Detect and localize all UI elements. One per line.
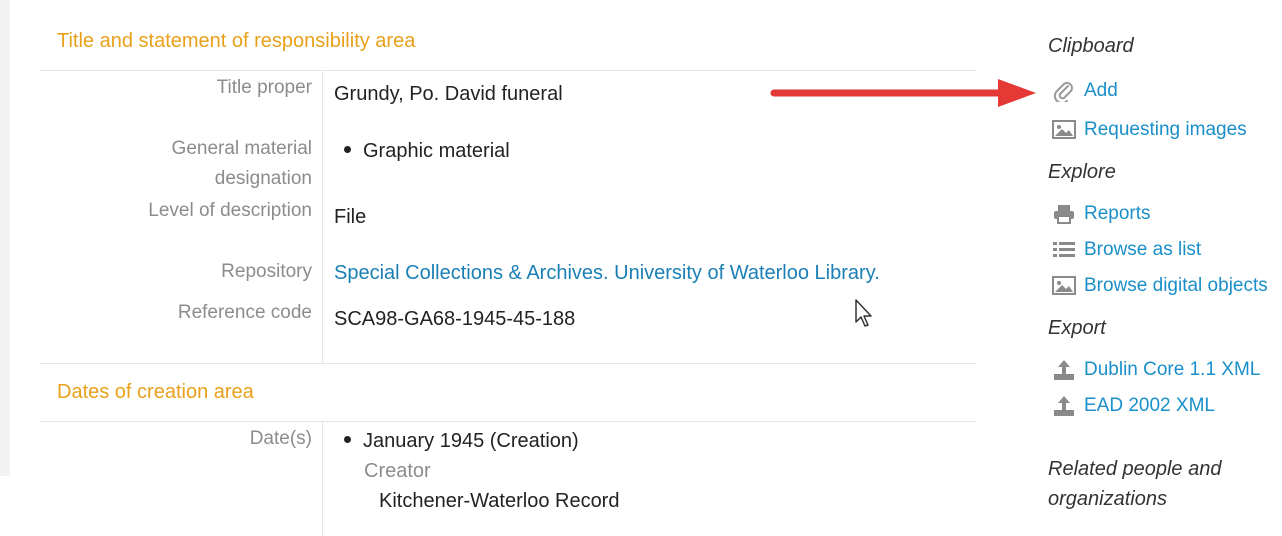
bullet-point bbox=[344, 436, 351, 444]
column-divider bbox=[322, 422, 323, 536]
paperclip-icon bbox=[1052, 80, 1076, 102]
field-label-level: Level of description bbox=[148, 200, 312, 221]
requesting-images-link[interactable]: Requesting images bbox=[1052, 116, 1247, 144]
field-label-title-proper: Title proper bbox=[216, 77, 312, 98]
annotation-arrow-icon bbox=[770, 79, 1036, 107]
export-heading: Export bbox=[1048, 317, 1106, 339]
gmd-value-text: Graphic material bbox=[363, 140, 510, 162]
field-value-gmd: Graphic material bbox=[334, 136, 510, 166]
section-heading-dates-area: Dates of creation area bbox=[57, 381, 254, 403]
section-divider bbox=[40, 363, 976, 364]
dublin-core-export-link[interactable]: Dublin Core 1.1 XML bbox=[1052, 356, 1260, 384]
field-value-dates: January 1945 (Creation) bbox=[334, 426, 579, 456]
mouse-cursor-icon bbox=[855, 299, 872, 327]
field-value-level: File bbox=[334, 206, 367, 228]
printer-icon bbox=[1052, 203, 1076, 225]
repository-link[interactable]: Special Collections & Archives. Universi… bbox=[334, 258, 880, 288]
creator-value: Kitchener-Waterloo Record bbox=[379, 490, 620, 512]
right-sidebar: Clipboard Add Requesting images Explore … bbox=[1048, 0, 1282, 536]
clipboard-add-button[interactable]: Add bbox=[1052, 77, 1118, 105]
related-heading-line2: organizations bbox=[1048, 488, 1167, 510]
section-divider bbox=[40, 421, 976, 422]
add-label[interactable]: Add bbox=[1084, 77, 1118, 105]
field-value-reference: SCA98-GA68-1945-45-188 bbox=[334, 308, 576, 330]
browse-as-list-label[interactable]: Browse as list bbox=[1084, 236, 1201, 264]
field-label-dates: Date(s) bbox=[249, 428, 312, 449]
browse-digital-objects-link[interactable]: Browse digital objects bbox=[1052, 272, 1268, 300]
section-heading-title-area: Title and statement of responsibility ar… bbox=[57, 30, 416, 52]
dublin-core-label[interactable]: Dublin Core 1.1 XML bbox=[1084, 356, 1260, 384]
field-value-title-proper: Grundy, Po. David funeral bbox=[334, 83, 563, 105]
dates-value-text: January 1945 (Creation) bbox=[363, 430, 579, 452]
list-icon bbox=[1052, 239, 1076, 261]
image-icon bbox=[1052, 275, 1076, 297]
field-label-repository: Repository bbox=[221, 261, 312, 282]
explore-heading: Explore bbox=[1048, 161, 1116, 183]
reports-label[interactable]: Reports bbox=[1084, 200, 1151, 228]
clipboard-heading: Clipboard bbox=[1048, 35, 1134, 57]
column-divider bbox=[322, 71, 323, 363]
field-label-reference: Reference code bbox=[177, 302, 312, 323]
ead-label[interactable]: EAD 2002 XML bbox=[1084, 392, 1215, 420]
section-divider bbox=[40, 70, 976, 71]
field-label-gmd-line1: General material bbox=[171, 138, 312, 159]
bullet-point bbox=[344, 146, 351, 154]
image-icon bbox=[1052, 119, 1076, 141]
upload-icon bbox=[1052, 395, 1076, 417]
field-label-gmd-line2: designation bbox=[214, 168, 312, 189]
left-margin-strip bbox=[0, 0, 10, 476]
browse-digital-objects-label[interactable]: Browse digital objects bbox=[1084, 272, 1268, 300]
related-heading-line1: Related people and bbox=[1048, 458, 1222, 480]
ead-export-link[interactable]: EAD 2002 XML bbox=[1052, 392, 1215, 420]
requesting-images-label[interactable]: Requesting images bbox=[1084, 116, 1247, 144]
upload-icon bbox=[1052, 359, 1076, 381]
browse-as-list-link[interactable]: Browse as list bbox=[1052, 236, 1201, 264]
reports-link[interactable]: Reports bbox=[1052, 200, 1151, 228]
creator-label: Creator bbox=[364, 460, 431, 482]
